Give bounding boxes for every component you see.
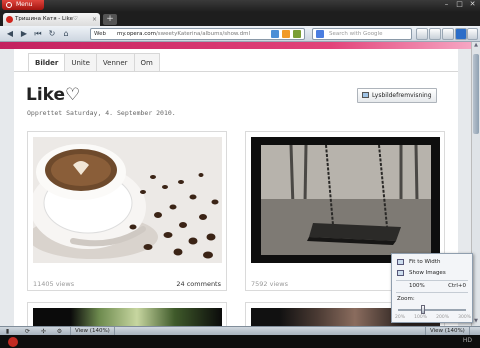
bookmark-icon[interactable] [293,30,301,38]
view-popup-menu: Fit to Width Show Images 100% Ctrl+0 Zoo… [391,253,473,323]
photo-card-row2-left[interactable] [27,302,227,326]
close-window-button[interactable]: ✕ [467,0,478,9]
opera-menu-button[interactable]: Menu [2,0,44,10]
zoom-tick-labels: 20% 100% 200% 300% [395,315,471,320]
reload-icon[interactable]: ↻ [46,28,58,40]
coffee-photo[interactable] [33,137,222,263]
notes-icon[interactable] [429,28,441,40]
google-icon [316,30,324,38]
rss-icon[interactable] [282,30,290,38]
tab-unite[interactable]: Unite [64,53,97,71]
show-images-item[interactable]: Show Images [397,268,446,278]
panel-toggle-icon[interactable]: ▮ [4,328,11,335]
unite-status-icon[interactable]: ✢ [40,328,47,335]
zoom-tick: 300% [458,315,471,320]
turbo-icon[interactable]: ⚙ [56,328,63,335]
url-host: my.opera.com [117,31,156,37]
zoom-slider-handle[interactable] [421,305,425,314]
tab-bar: Тришина Катя - Like♡ × + [0,12,480,26]
start-orb-icon[interactable] [8,337,18,347]
popup-divider [396,280,468,281]
zoom-label: Zoom: [397,296,415,302]
rewind-icon[interactable]: ⏮ [32,28,44,40]
window-frame: Menu – □ ✕ [0,0,480,12]
speed-dial-icon[interactable] [416,28,428,40]
tab-om[interactable]: Om [133,53,160,71]
view-zoom-button-right[interactable]: View (140%) [425,327,470,335]
fit-to-width-item[interactable]: Fit to Width [397,257,440,267]
fit-to-width-label: Fit to Width [409,259,441,265]
menu-label: Menu [16,1,33,8]
zoom-tick: 200% [436,315,449,320]
new-tab-button[interactable]: + [103,14,117,25]
profile-tabs: Bilder Unite Venner Om [28,53,160,71]
photo-views: 7592 views [251,280,288,288]
search-field[interactable]: Search with Google [312,28,412,40]
scroll-thumb[interactable] [473,54,479,134]
zoom-tick: 20% [395,315,406,320]
swing-photo[interactable] [251,137,440,263]
navigation-bar: ◀ ▶ ⏮ ↻ ⌂ Web my.opera.com/sweetyKaterin… [0,26,480,42]
photo-card-coffee[interactable]: 11405 views 24 comments [27,131,227,291]
slideshow-icon [362,92,369,98]
tab-bilder[interactable]: Bilder [28,53,66,71]
address-web-label: Web [94,31,106,37]
zoom-slider-track[interactable] [398,309,466,311]
scroll-up-icon[interactable]: ▲ [472,42,480,50]
popup-divider [396,292,468,293]
show-images-label: Show Images [409,270,446,276]
header-banner [0,42,471,49]
tab-divider [14,71,458,72]
album-title: Like♡ [26,85,81,105]
opera-logo-icon [6,2,12,8]
fit-width-icon [397,259,404,265]
tab-active[interactable]: Тришина Катя - Like♡ × [3,13,100,26]
maximize-button[interactable]: □ [454,0,465,9]
address-field[interactable]: Web my.opera.com/sweetyKaterina/albums/s… [90,28,305,40]
panel-icon[interactable] [455,28,467,40]
forward-arrow-icon[interactable]: ▶ [18,28,30,40]
minimize-button[interactable]: – [441,0,452,9]
home-icon[interactable]: ⌂ [60,28,72,40]
view-zoom-button-left[interactable]: View (140%) [70,327,115,335]
photo-comments[interactable]: 24 comments [176,280,221,288]
tab-venner[interactable]: Venner [95,53,135,71]
photo-thumb[interactable] [33,308,222,326]
tab-title: Тришина Катя - Like♡ [15,16,78,22]
slideshow-label: Lysbildefremvisning [372,92,432,99]
close-tab-icon[interactable]: × [92,13,97,26]
os-taskbar: HD [0,335,480,348]
unite-icon[interactable] [442,28,454,40]
zoom-tick: 100% [414,315,427,320]
opera-favicon-icon [6,16,13,23]
photo-views: 11405 views [33,280,75,288]
sync-icon[interactable]: ⟳ [24,328,31,335]
status-bar: ▮ ⟳ ✢ ⚙ View (140%) View (140%) [0,326,480,335]
search-placeholder: Search with Google [329,31,383,37]
created-date: Opprettet Saturday, 4. September 2010. [27,109,176,117]
image-icon [397,270,404,276]
taskbar-tray-icon: HD [462,337,472,344]
url-path: /sweetyKaterina/albums/show.dml [155,31,251,37]
back-arrow-icon[interactable]: ◀ [4,28,16,40]
settings-icon[interactable] [467,28,478,40]
slideshow-button[interactable]: Lysbildefremvisning [357,88,437,103]
zoom-value[interactable]: 100% [409,283,425,289]
window-controls: – □ ✕ [441,0,478,9]
scroll-down-icon[interactable]: ▼ [472,318,480,326]
info-icon[interactable] [271,30,279,38]
zoom-shortcut: Ctrl+0 [448,283,466,289]
